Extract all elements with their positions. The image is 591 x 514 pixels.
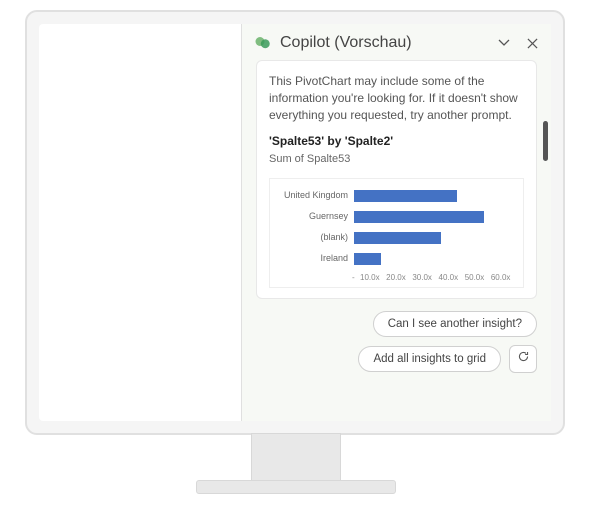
panel-body: This PivotChart may include some of the …: [242, 60, 551, 421]
bar-row: (blank): [276, 229, 517, 247]
chart-subtitle: Sum of Spalte53: [269, 152, 524, 167]
refresh-button[interactable]: [509, 345, 537, 373]
x-axis: - 10.0x 20.0x 30.0x 40.0x 50.0x 60.0x: [276, 272, 517, 283]
screen: Copilot (Vorschau) This PivotChart may i…: [39, 24, 551, 421]
suggestion-another-insight[interactable]: Can I see another insight?: [373, 311, 537, 337]
suggestion-add-to-grid[interactable]: Add all insights to grid: [358, 346, 501, 372]
scrollbar-thumb[interactable]: [543, 121, 548, 161]
x-tick: 30.0x: [412, 272, 438, 283]
x-tick: 60.0x: [491, 272, 517, 283]
bar-fill: [354, 211, 484, 223]
monitor-frame: Copilot (Vorschau) This PivotChart may i…: [25, 10, 565, 435]
bar-label: United Kingdom: [276, 189, 354, 202]
bar-label: Ireland: [276, 252, 354, 265]
copilot-logo-icon: [254, 34, 272, 52]
pivot-chart: United Kingdom Guernsey (blank) Ire: [269, 178, 524, 288]
collapse-icon[interactable]: [497, 36, 511, 50]
bar-fill: [354, 190, 457, 202]
message-description: This PivotChart may include some of the …: [269, 73, 524, 123]
bar-label: (blank): [276, 231, 354, 244]
bar-row: Ireland: [276, 250, 517, 268]
bar-label: Guernsey: [276, 210, 354, 223]
copilot-panel: Copilot (Vorschau) This PivotChart may i…: [241, 24, 551, 421]
x-tick: 10.0x: [360, 272, 386, 283]
close-icon[interactable]: [525, 36, 539, 50]
panel-title: Copilot (Vorschau): [280, 34, 483, 52]
x-tick: 20.0x: [386, 272, 412, 283]
panel-header: Copilot (Vorschau): [242, 24, 551, 60]
bar-row: Guernsey: [276, 208, 517, 226]
bar-row: United Kingdom: [276, 187, 517, 205]
monitor-stand-neck: [251, 433, 341, 483]
message-card: This PivotChart may include some of the …: [256, 60, 537, 299]
bar-fill: [354, 232, 441, 244]
x-tick: 40.0x: [439, 272, 465, 283]
bar-fill: [354, 253, 381, 265]
x-tick: 50.0x: [465, 272, 491, 283]
monitor-stand-base: [196, 480, 396, 494]
chart-title: 'Spalte53' by 'Spalte2': [269, 133, 524, 150]
suggestion-area: Can I see another insight? Add all insig…: [256, 311, 537, 373]
refresh-icon: [517, 350, 530, 368]
